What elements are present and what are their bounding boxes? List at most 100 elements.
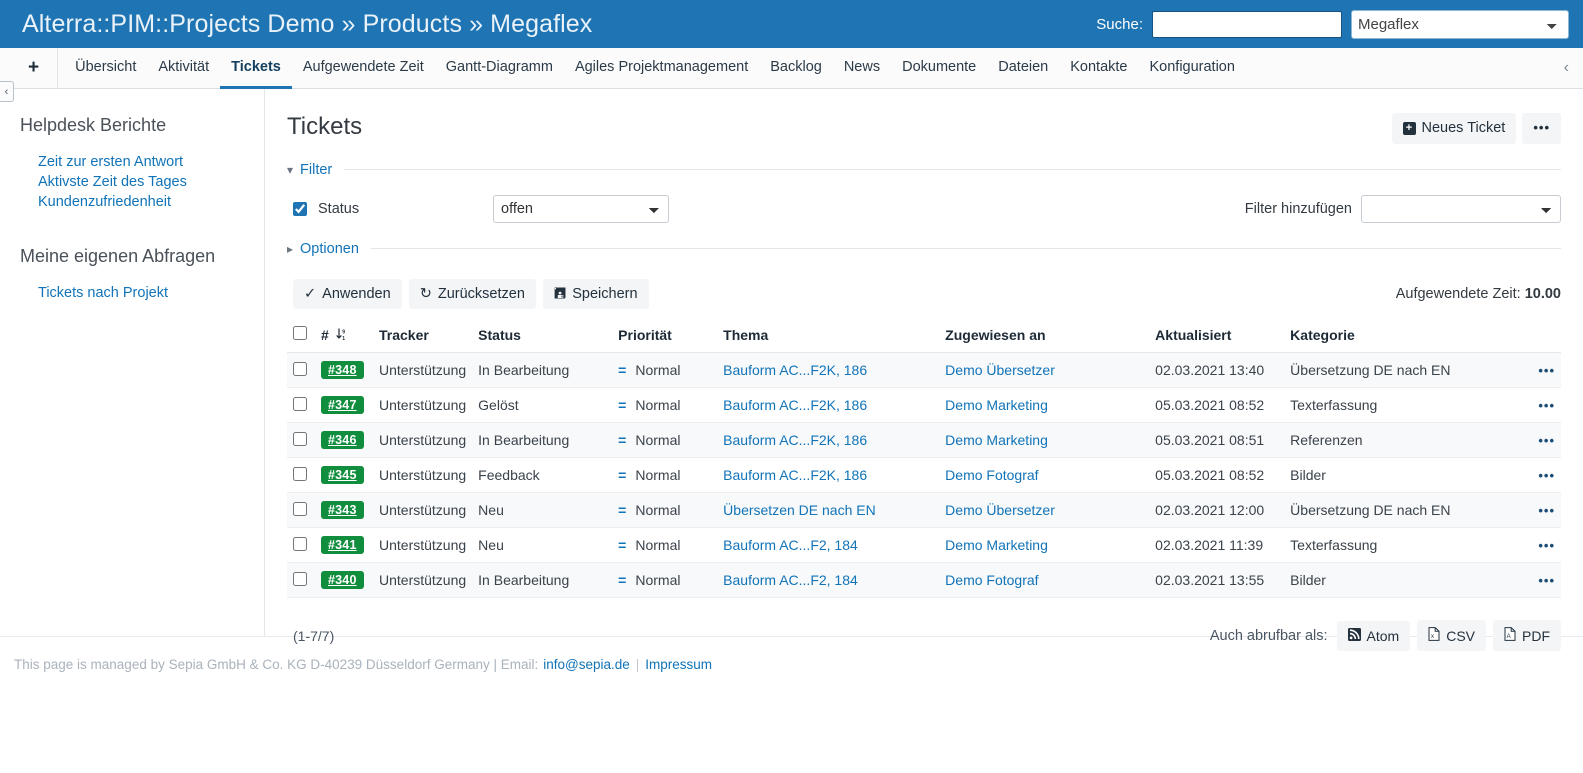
row-category-cell: Bilder [1284, 563, 1527, 598]
export-atom-button[interactable]: Atom [1337, 621, 1411, 651]
new-ticket-button[interactable]: + Neues Ticket [1392, 113, 1517, 144]
column-header-assignee[interactable]: Zugewiesen an [939, 326, 1149, 353]
nav-tab-dokumente[interactable]: Dokumente [891, 48, 987, 89]
row-updated-cell: 02.03.2021 11:39 [1149, 528, 1284, 563]
table-row[interactable]: #343UnterstützungNeu=NormalÜbersetzen DE… [287, 493, 1561, 528]
row-context-menu-icon[interactable]: ••• [1538, 573, 1555, 588]
assignee-link[interactable]: Demo Übersetzer [945, 502, 1055, 518]
column-header-priority[interactable]: Priorität [612, 326, 717, 353]
column-header-actions [1527, 326, 1561, 353]
table-row[interactable]: #340UnterstützungIn Bearbeitung=NormalBa… [287, 563, 1561, 598]
ticket-subject-link[interactable]: Bauform AC...F2, 184 [723, 537, 858, 553]
column-header-updated[interactable]: Aktualisiert [1149, 326, 1284, 353]
assignee-link[interactable]: Demo Fotograf [945, 572, 1038, 588]
table-header-row: # 9 1 Tracker Status Priorität Thema [287, 326, 1561, 353]
status-filter-checkbox[interactable] [293, 202, 307, 216]
add-filter-select[interactable] [1361, 195, 1561, 223]
nav-tab-kontakte[interactable]: Kontakte [1059, 48, 1138, 89]
project-select[interactable]: Megaflex [1351, 10, 1569, 39]
row-context-menu-icon[interactable]: ••• [1538, 468, 1555, 483]
row-select-checkbox[interactable] [293, 397, 307, 411]
row-context-menu-icon[interactable]: ••• [1538, 538, 1555, 553]
row-context-menu-icon[interactable]: ••• [1538, 433, 1555, 448]
more-actions-button[interactable]: ••• [1522, 113, 1561, 144]
row-context-menu-icon[interactable]: ••• [1538, 398, 1555, 413]
column-header-subject[interactable]: Thema [717, 326, 939, 353]
filter-toggle-label[interactable]: Filter [300, 162, 332, 178]
sidebar-link-tickets-nach-projekt[interactable]: Tickets nach Projekt [38, 283, 264, 303]
row-context-menu-icon[interactable]: ••• [1538, 503, 1555, 518]
add-menu-button[interactable]: + [10, 48, 58, 88]
row-select-checkbox[interactable] [293, 572, 307, 586]
sidebar-link-aktivste-zeit-des-tages[interactable]: Aktivste Zeit des Tages [38, 172, 264, 192]
table-row[interactable]: #348UnterstützungIn Bearbeitung=NormalBa… [287, 353, 1561, 388]
column-header-tracker[interactable]: Tracker [373, 326, 472, 353]
sidebar-link-zeit-zur-ersten-antwort[interactable]: Zeit zur ersten Antwort [38, 152, 264, 172]
sidebar-collapse-icon[interactable]: ‹ [0, 81, 14, 102]
export-pdf-button[interactable]: A PDF [1493, 620, 1561, 651]
nav-tab-label: Dateien [998, 59, 1048, 75]
export-links: Auch abrufbar als: Atom [1210, 620, 1561, 651]
table-row[interactable]: #341UnterstützungNeu=NormalBauform AC...… [287, 528, 1561, 563]
table-row[interactable]: #347UnterstützungGelöst=NormalBauform AC… [287, 388, 1561, 423]
row-select-checkbox[interactable] [293, 537, 307, 551]
row-priority-label: Normal [635, 502, 680, 518]
nav-tab-gantt-diagramm[interactable]: Gantt-Diagramm [435, 48, 564, 89]
nav-tab-news[interactable]: News [833, 48, 891, 89]
query-action-buttons: ✓ Anwenden ↻ Zurücksetzen 🖪 Speichern [293, 279, 649, 310]
select-all-checkbox[interactable] [293, 326, 307, 340]
nav-tab-aufgewendete-zeit[interactable]: Aufgewendete Zeit [292, 48, 435, 89]
assignee-link[interactable]: Demo Marketing [945, 432, 1048, 448]
ticket-subject-link[interactable]: Bauform AC...F2, 184 [723, 572, 858, 588]
row-select-checkbox[interactable] [293, 362, 307, 376]
nav-tab-tickets[interactable]: Tickets [220, 48, 292, 89]
ticket-id-badge[interactable]: #340 [321, 571, 364, 589]
export-csv-button[interactable]: x CSV [1417, 620, 1486, 651]
row-assignee-cell: Demo Übersetzer [939, 493, 1149, 528]
reset-button[interactable]: ↻ Zurücksetzen [409, 279, 536, 310]
apply-button[interactable]: ✓ Anwenden [293, 279, 402, 310]
nav-tab-konfiguration[interactable]: Konfiguration [1138, 48, 1245, 89]
assignee-link[interactable]: Demo Marketing [945, 397, 1048, 413]
ticket-id-badge[interactable]: #345 [321, 466, 364, 484]
options-toggle-label[interactable]: Optionen [300, 241, 359, 257]
assignee-link[interactable]: Demo Übersetzer [945, 362, 1055, 378]
row-select-checkbox[interactable] [293, 432, 307, 446]
ticket-subject-link[interactable]: Bauform AC...F2K, 186 [723, 467, 867, 483]
footer-email-link[interactable]: info@sepia.de [543, 657, 630, 672]
nav-tab-backlog[interactable]: Backlog [759, 48, 833, 89]
ticket-subject-link[interactable]: Bauform AC...F2K, 186 [723, 432, 867, 448]
ticket-subject-link[interactable]: Bauform AC...F2K, 186 [723, 397, 867, 413]
ticket-subject-link[interactable]: Übersetzen DE nach EN [723, 502, 876, 518]
ticket-subject-link[interactable]: Bauform AC...F2K, 186 [723, 362, 867, 378]
save-button[interactable]: 🖪 Speichern [543, 279, 649, 310]
row-select-checkbox[interactable] [293, 502, 307, 516]
ticket-id-badge[interactable]: #347 [321, 396, 364, 414]
ticket-id-badge[interactable]: #343 [321, 501, 364, 519]
ticket-id-badge[interactable]: #346 [321, 431, 364, 449]
assignee-link[interactable]: Demo Marketing [945, 537, 1048, 553]
row-select-checkbox[interactable] [293, 467, 307, 481]
status-value-select[interactable]: offen [493, 195, 669, 223]
nav-collapse-icon[interactable]: ‹ [1564, 48, 1569, 88]
nav-tab-aktivit-t[interactable]: Aktivität [147, 48, 220, 89]
search-input[interactable] [1152, 11, 1342, 38]
sidebar-link-kundenzufriedenheit[interactable]: Kundenzufriedenheit [38, 192, 264, 212]
row-context-menu-icon[interactable]: ••• [1538, 363, 1555, 378]
column-header-id[interactable]: # 9 1 [315, 326, 373, 353]
row-actions-cell: ••• [1527, 388, 1561, 423]
column-header-category[interactable]: Kategorie [1284, 326, 1527, 353]
chevron-down-icon: ▾ [287, 163, 293, 177]
ticket-id-badge[interactable]: #348 [321, 361, 364, 379]
sidebar: ‹ Helpdesk Berichte Zeit zur ersten Antw… [0, 89, 265, 636]
assignee-link[interactable]: Demo Fotograf [945, 467, 1038, 483]
ticket-id-badge[interactable]: #341 [321, 536, 364, 554]
footer-imprint-link[interactable]: Impressum [645, 657, 712, 672]
table-row[interactable]: #346UnterstützungIn Bearbeitung=NormalBa… [287, 423, 1561, 458]
table-row[interactable]: #345UnterstützungFeedback=NormalBauform … [287, 458, 1561, 493]
nav-tab-bersicht[interactable]: Übersicht [64, 48, 147, 89]
column-header-status[interactable]: Status [472, 326, 612, 353]
row-id-cell: #345 [315, 458, 373, 493]
nav-tab-dateien[interactable]: Dateien [987, 48, 1059, 89]
nav-tab-agiles-projektmanagement[interactable]: Agiles Projektmanagement [564, 48, 759, 89]
